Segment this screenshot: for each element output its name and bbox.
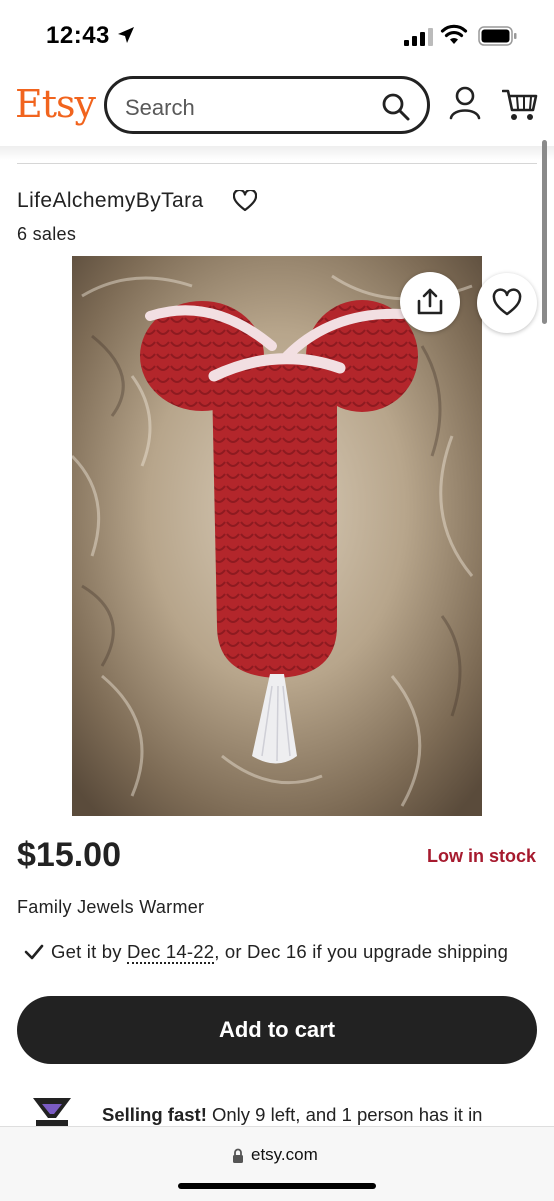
heart-icon — [492, 288, 522, 316]
divider — [17, 163, 537, 164]
share-button[interactable] — [400, 272, 460, 332]
search-input[interactable]: Search — [104, 76, 430, 134]
header-shadow — [0, 146, 554, 160]
selling-fast-notice: Selling fast! Only 9 left, and 1 person … — [102, 1104, 482, 1126]
lock-icon — [233, 1148, 243, 1163]
selling-fast-text: Only 9 left, and 1 person has it in — [206, 1104, 483, 1125]
delivery-prefix: Get it by — [51, 941, 128, 962]
sales-count: 6 sales — [17, 224, 77, 244]
search-placeholder: Search — [125, 95, 195, 120]
selling-fast-label: Selling fast! — [102, 1104, 207, 1125]
add-to-cart-button[interactable]: Add to cart — [17, 996, 537, 1064]
app-header: Etsy Search — [0, 66, 554, 146]
shop-name-link[interactable]: LifeAlchemyByTara — [17, 189, 204, 213]
location-arrow-icon — [118, 27, 134, 43]
product-photo-drawing — [72, 256, 482, 816]
share-icon — [417, 288, 443, 315]
delivery-estimate: Get it by Dec 14-22, or Dec 16 if you up… — [24, 941, 509, 964]
heart-icon[interactable] — [233, 190, 257, 212]
home-indicator[interactable] — [178, 1183, 376, 1189]
etsy-logo[interactable]: Etsy — [15, 82, 96, 126]
listing-title: Family Jewels Warmer — [17, 897, 205, 917]
hourglass-icon — [33, 1098, 71, 1126]
signal-icon — [404, 28, 433, 46]
search-icon[interactable] — [381, 92, 411, 122]
price: $15.00 — [17, 836, 121, 874]
browser-address-bar[interactable]: etsy.com — [0, 1126, 554, 1201]
product-image[interactable] — [72, 256, 482, 816]
status-bar: 12:43 — [0, 0, 554, 66]
status-time: 12:43 — [46, 22, 110, 49]
favorite-button[interactable] — [477, 273, 537, 333]
delivery-dates[interactable]: Dec 14-22 — [127, 941, 215, 964]
url-text[interactable]: etsy.com — [251, 1145, 318, 1165]
account-icon[interactable] — [449, 86, 481, 120]
cart-icon[interactable] — [502, 88, 538, 122]
stock-status: Low in stock — [426, 846, 536, 866]
delivery-suffix: , or Dec 16 if you upgrade shipping — [214, 941, 509, 962]
battery-icon — [478, 26, 517, 46]
checkmark-icon — [24, 944, 44, 960]
wifi-icon — [440, 24, 468, 44]
scrollbar[interactable] — [542, 140, 547, 324]
